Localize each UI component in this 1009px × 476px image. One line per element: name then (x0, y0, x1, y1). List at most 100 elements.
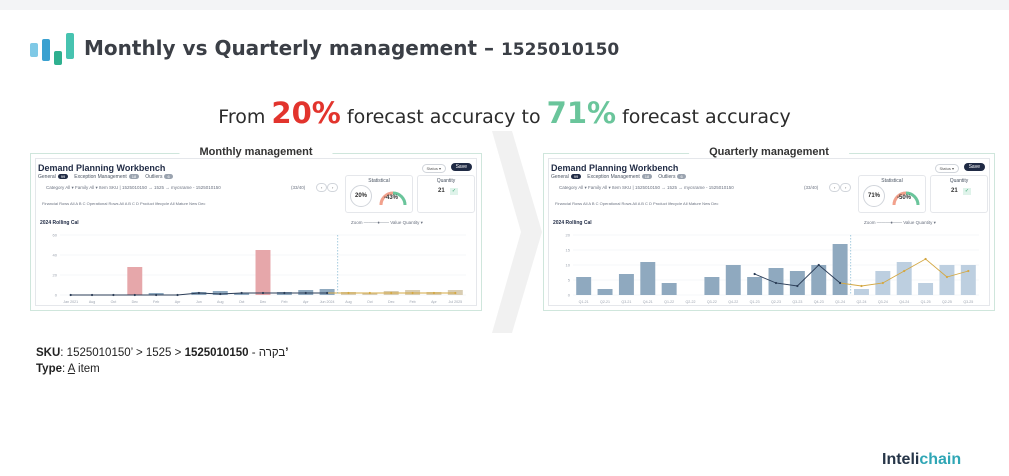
tab-count-badge: 6 (164, 174, 173, 179)
brand-part1: Inteli (882, 451, 920, 468)
slide-title-sku: 1525010150 (500, 40, 620, 60)
quantity-value: 21 (951, 188, 958, 194)
filter-row[interactable]: Category All ▾ Family All ▾ Item SKU | 1… (46, 185, 221, 191)
actual-bar (747, 277, 763, 295)
forecast-point (432, 291, 436, 295)
y-tick-label: 0 (568, 293, 571, 298)
x-tick-label: Q3-21 (621, 300, 631, 304)
forecast-point (219, 292, 222, 296)
x-tick-label: Q2-23 (771, 300, 781, 304)
actual-bar (661, 283, 677, 295)
pager-text: (33/40) (291, 185, 306, 190)
statistical-title: Statistical (368, 178, 390, 184)
forecast-point (240, 291, 243, 295)
tab-outliers[interactable]: Outliers 6 (145, 174, 173, 180)
x-tick-label: Oct (367, 300, 373, 304)
check-icon: ✓ (450, 188, 458, 195)
x-tick-label: Jul 2025 (449, 300, 463, 304)
tab-outliers[interactable]: Outliers 6 (658, 174, 686, 180)
forecast-point (261, 291, 265, 295)
type-letter: A (67, 363, 75, 375)
x-tick-label: Q4-24 (899, 300, 909, 304)
forecast-point (454, 291, 457, 295)
y-tick-label: 5 (568, 278, 571, 283)
workbench-title: Demand Planning Workbench (38, 163, 166, 173)
brand-part2: chain (919, 451, 962, 468)
x-tick-label: Apr (431, 300, 437, 304)
tab-label: Outliers (658, 174, 676, 180)
x-tick-label: Q1-21 (579, 300, 589, 304)
tab-label: Exception Management (587, 174, 640, 180)
from-accuracy-value: 20% (271, 96, 341, 130)
chart-right-controls[interactable]: Zoom ———●—— Value Quantity ▾ (864, 220, 936, 226)
actual-bar (640, 262, 656, 295)
next-button[interactable]: › (327, 183, 339, 192)
x-tick-label: Q3-22 (707, 300, 717, 304)
x-tick-label: Q1-23 (750, 300, 760, 304)
statistical-title: Statistical (881, 178, 903, 184)
x-tick-label: Q2-25 (942, 300, 952, 304)
actual-bar (255, 250, 271, 295)
x-tick-label: Feb (153, 300, 159, 304)
y-tick-label: 10 (566, 263, 571, 268)
slide-header: Monthly vs Quarterly management – 152501… (30, 31, 619, 65)
forecast-point (945, 275, 949, 279)
actual-bar (918, 283, 934, 295)
x-tick-label: Q3-24 (878, 300, 888, 304)
actual-bar (939, 265, 955, 295)
x-tick-label: Jan 2021 (63, 300, 78, 304)
actual-bar (960, 265, 976, 295)
bar-logo-icon (30, 31, 74, 65)
actual-bar (896, 262, 912, 295)
forecast-point (903, 269, 906, 273)
hierarchy-row[interactable]: Financial Rows All A B C Operational Row… (555, 201, 718, 206)
panel-label: Monthly management (179, 146, 333, 158)
forecast-point (753, 272, 756, 276)
quarterly-panel: Quarterly management Demand Planning Work… (543, 146, 995, 311)
tab-general[interactable]: General 99 (38, 174, 69, 180)
hierarchy-row[interactable]: Financial Rows All A B C Operational Row… (42, 201, 205, 206)
x-tick-label: Aug (217, 300, 223, 304)
y-tick-label: 20 (566, 233, 571, 238)
workbench-tabs: General 99 Exception Management 18 Outliers 6 (38, 174, 173, 180)
status-dropdown[interactable]: Status ▾ (934, 164, 959, 173)
status-dropdown[interactable]: Status ▾ (421, 164, 446, 173)
monthly-panel: Monthly management Demand Planning Workbe… (30, 146, 482, 311)
filter-row[interactable]: Category All ▾ Family All ▾ Item SKU | 1… (559, 185, 734, 191)
tab-count-badge: 99 (57, 174, 69, 179)
chart-controls[interactable]: 2024 Rolling Cal (553, 220, 592, 226)
tab-exception-management[interactable]: Exception Management 18 (587, 174, 653, 180)
save-button[interactable]: Save (963, 163, 985, 171)
chart-controls[interactable]: 2024 Rolling Cal (40, 220, 79, 226)
accuracy-circle: 71% (863, 185, 885, 207)
save-button[interactable]: Save (450, 163, 472, 171)
tab-general[interactable]: General 99 (551, 174, 582, 180)
actual-bar (725, 265, 741, 295)
headline-prefix: From (218, 106, 266, 128)
statistical-card: Statistical 71% -50% (858, 175, 926, 213)
workbench-screenshot: Demand Planning Workbench General 99 Except… (35, 158, 477, 306)
actual-bar (704, 277, 720, 295)
prev-button[interactable]: ‹ (829, 183, 841, 192)
x-tick-label: Q2-22 (686, 300, 696, 304)
slide-title-text: Monthly vs Quarterly management – (84, 36, 494, 60)
tab-count-badge: 99 (570, 174, 582, 179)
pager-text: (33/40) (804, 185, 819, 190)
y-tick-label: 40 (53, 253, 58, 258)
next-button[interactable]: › (840, 183, 852, 192)
tab-exception-management[interactable]: Exception Management 18 (74, 174, 140, 180)
x-tick-label: Aug (89, 300, 95, 304)
slide-title: Monthly vs Quarterly management – 152501… (84, 36, 619, 60)
actual-bar (853, 289, 869, 295)
headline-suffix: forecast accuracy (622, 106, 791, 128)
x-tick-label: Feb (409, 300, 415, 304)
forecast-point (817, 263, 820, 267)
x-tick-label: Q1-22 (664, 300, 674, 304)
bias-value: -50% (897, 195, 912, 201)
prev-button[interactable]: ‹ (316, 183, 328, 192)
x-tick-label: Feb (281, 300, 287, 304)
forecast-point (347, 291, 350, 295)
y-tick-label: 15 (566, 248, 571, 253)
quantity-card: Quantity 21 ✓ (417, 175, 475, 213)
chart-right-controls[interactable]: Zoom ———●—— Value Quantity ▾ (351, 220, 423, 226)
